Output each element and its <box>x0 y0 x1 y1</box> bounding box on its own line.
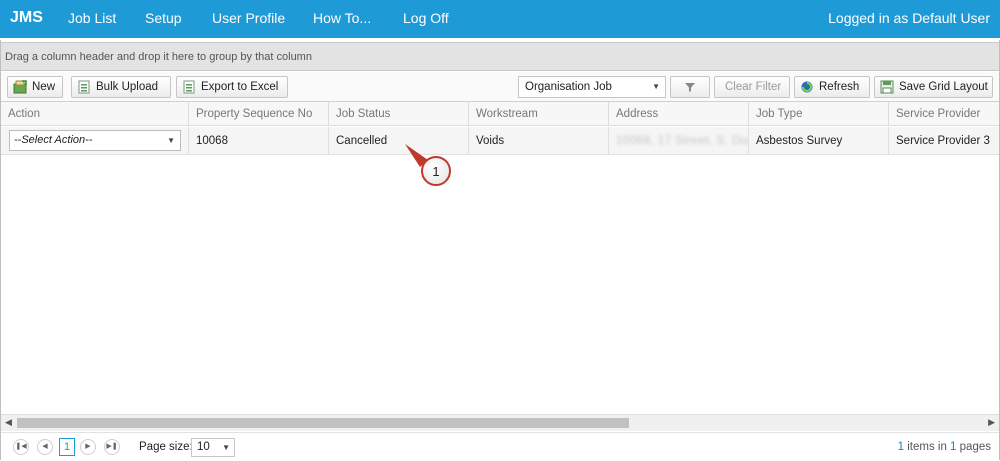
group-drop-zone[interactable]: Drag a column header and drop it here to… <box>1 42 999 71</box>
pager: ❚◀ ◀ 1 ▶ ▶❚ Page size: 10 ▼ 1 items in 1… <box>1 432 999 460</box>
nav-setup[interactable]: Setup <box>145 10 182 26</box>
new-button-label: New <box>32 81 56 93</box>
export-excel-button[interactable]: Export to Excel <box>176 76 288 98</box>
column-header-job-type[interactable]: Job Type <box>748 102 888 126</box>
column-header-job-status[interactable]: Job Status <box>328 102 468 126</box>
scroll-right-icon[interactable]: ▶ <box>988 417 995 428</box>
cell-job-type: Asbestos Survey <box>748 127 888 155</box>
filter-button[interactable] <box>670 76 710 98</box>
cell-property-seq: 10068 <box>188 127 328 155</box>
next-page-icon[interactable]: ▶ <box>80 439 96 455</box>
funnel-icon <box>685 83 695 92</box>
horizontal-scrollbar[interactable]: ◀ ▶ <box>1 414 999 431</box>
top-nav-bar: JMS Job List Setup User Profile How To..… <box>0 0 1000 38</box>
pages-suffix-text: pages <box>959 441 991 453</box>
pager-info: 1 items in 1 pages <box>898 433 991 461</box>
column-header-address[interactable]: Address <box>608 102 748 126</box>
bulk-upload-button[interactable]: Bulk Upload <box>71 76 171 98</box>
refresh-button[interactable]: Refresh <box>794 76 870 98</box>
scroll-left-icon[interactable]: ◀ <box>5 417 12 428</box>
action-select[interactable]: --Select Action-- ▼ <box>9 130 181 151</box>
save-layout-icon <box>880 80 894 94</box>
bulk-upload-icon <box>78 80 90 94</box>
prev-page-icon[interactable]: ◀ <box>37 439 53 455</box>
items-count: 1 <box>897 441 905 453</box>
action-select-value: --Select Action-- <box>14 134 93 146</box>
excel-icon <box>183 80 195 94</box>
column-header-property-seq[interactable]: Property Sequence No <box>188 102 328 126</box>
scrollbar-thumb[interactable] <box>17 418 629 428</box>
clear-filter-label: Clear Filter <box>725 81 782 93</box>
clear-filter-button[interactable]: Clear Filter <box>714 76 790 98</box>
nav-user-profile[interactable]: User Profile <box>212 10 285 26</box>
items-mid-text: items in <box>907 441 947 453</box>
view-select-value: Organisation Job <box>525 81 612 93</box>
current-page[interactable]: 1 <box>59 438 75 456</box>
column-header-workstream[interactable]: Workstream <box>468 102 608 126</box>
nav-log-off[interactable]: Log Off <box>403 10 449 26</box>
save-grid-layout-button[interactable]: Save Grid Layout <box>874 76 993 98</box>
page-size-select[interactable]: 10 ▼ <box>191 438 235 457</box>
chevron-down-icon: ▼ <box>652 82 660 91</box>
refresh-icon <box>801 81 813 93</box>
grid-toolbar: New Bulk Upload Export to Excel Organisa… <box>1 72 999 102</box>
first-page-icon[interactable]: ❚◀ <box>13 439 29 455</box>
page-size-label: Page size: <box>139 441 193 453</box>
cell-job-status: Cancelled <box>328 127 468 155</box>
column-header-action[interactable]: Action <box>1 102 188 126</box>
logged-in-status: Logged in as Default User <box>828 10 990 26</box>
app-brand[interactable]: JMS <box>10 9 43 27</box>
save-grid-layout-label: Save Grid Layout <box>899 81 988 93</box>
bulk-upload-label: Bulk Upload <box>96 81 159 93</box>
page-size-value: 10 <box>197 441 210 453</box>
chevron-down-icon: ▼ <box>222 443 230 452</box>
column-header-service-provider[interactable]: Service Provider <box>888 102 999 126</box>
cell-service-provider: Service Provider 3 <box>888 127 999 155</box>
refresh-label: Refresh <box>819 81 860 93</box>
view-select[interactable]: Organisation Job ▼ <box>518 76 666 98</box>
table-row[interactable]: --Select Action-- ▼ 10068 Cancelled Void… <box>1 127 999 155</box>
cell-action: --Select Action-- ▼ <box>1 127 188 155</box>
grid-header-row: Action Property Sequence No Job Status W… <box>1 102 999 126</box>
pages-count: 1 <box>950 441 957 453</box>
cell-workstream: Voids <box>468 127 608 155</box>
new-record-icon <box>13 80 27 94</box>
cell-address: 10068, 17 Street, S. Dudley <box>608 127 748 155</box>
last-page-icon[interactable]: ▶❚ <box>104 439 120 455</box>
new-button[interactable]: New <box>7 76 63 98</box>
chevron-down-icon: ▼ <box>167 136 175 145</box>
nav-job-list[interactable]: Job List <box>68 10 116 26</box>
export-excel-label: Export to Excel <box>201 81 279 93</box>
address-blurred-text: 10068, 17 Street, S. Dudley <box>616 135 748 147</box>
nav-how-to[interactable]: How To... <box>313 10 371 26</box>
